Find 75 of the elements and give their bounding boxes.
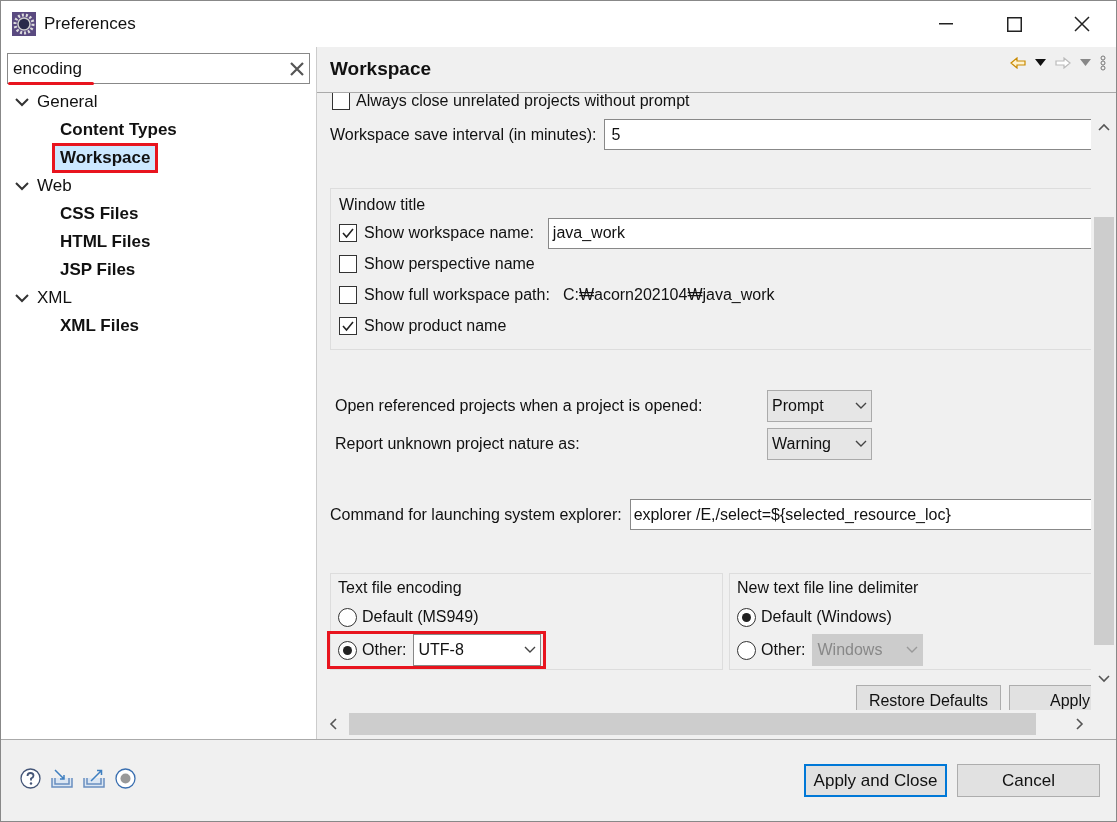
interval-field[interactable]: 5 (604, 119, 1091, 150)
chevron-up-icon[interactable] (1097, 123, 1110, 131)
checkbox[interactable] (339, 255, 357, 273)
tree-item[interactable]: XML Files (55, 314, 145, 338)
tree-item[interactable]: CSS Files (55, 202, 144, 226)
filter-field[interactable]: encoding (7, 53, 310, 84)
checkbox-label: Always close unrelated projects without prompt (356, 93, 690, 111)
page-title: Workspace (330, 57, 432, 82)
chevron-down-icon[interactable] (1097, 675, 1110, 683)
checkbox-label: Show full workspace path: (364, 285, 550, 305)
tree-item[interactable]: General (37, 89, 98, 115)
maximize-icon (1006, 16, 1022, 32)
checkbox-label: Show product name (364, 316, 507, 336)
chevron-down-icon[interactable] (15, 293, 29, 303)
checkbox[interactable] (332, 93, 350, 110)
chevron-down-icon (855, 401, 867, 410)
checkbox-label: Show workspace name: (364, 223, 534, 243)
checkbox[interactable] (339, 317, 357, 335)
radio-button[interactable] (338, 607, 357, 627)
radio-button[interactable] (737, 607, 756, 627)
radio-label: Default (Windows) (761, 607, 892, 627)
group-legend: New text file line delimiter (737, 576, 919, 600)
workspace-path: C:₩acorn202104₩java_work (562, 285, 775, 305)
help-icon[interactable] (20, 768, 41, 789)
export-icon[interactable] (83, 769, 105, 788)
window-title: Preferences (44, 13, 136, 36)
command-field[interactable]: explorer /E,/select=${selected_resource_loc} (629, 499, 1091, 530)
chevron-down-icon (524, 646, 537, 654)
checkmark-icon (341, 319, 355, 333)
tree-item[interactable]: Content Types (55, 118, 182, 142)
chevron-down-icon[interactable] (15, 97, 29, 107)
scrollbar-thumb[interactable] (1093, 217, 1114, 645)
radio-label: Other: (362, 640, 407, 660)
tree-item[interactable]: HTML Files (55, 230, 156, 254)
gear-icon (12, 12, 36, 36)
radio-button[interactable] (338, 640, 357, 660)
workspace-name-field[interactable]: java_work (547, 217, 1091, 249)
apply-button[interactable]: Apply (1009, 685, 1091, 710)
back-arrow-icon[interactable] (1010, 56, 1026, 69)
close-icon (1074, 16, 1090, 32)
field-label: Open referenced projects when a project is opened: (335, 395, 704, 416)
radio-label: Default (MS949) (362, 607, 479, 627)
chevron-down-icon (906, 646, 919, 654)
minimize-icon (939, 23, 953, 25)
tree-item[interactable]: Workspace (55, 146, 156, 170)
checkbox-label: Show perspective name (364, 254, 535, 274)
restore-defaults-button[interactable]: Restore Defaults (856, 685, 1001, 710)
dropdown-triangle-icon[interactable] (1035, 59, 1046, 66)
tree-item[interactable]: JSP Files (55, 258, 141, 282)
dropdown[interactable]: Prompt (767, 389, 872, 422)
clear-icon[interactable] (290, 61, 304, 76)
chevron-right-icon[interactable] (1076, 717, 1084, 730)
radio-button[interactable] (737, 640, 756, 660)
tree-item[interactable]: XML (37, 285, 72, 311)
tree-item[interactable]: Web (37, 173, 72, 199)
import-icon[interactable] (51, 769, 73, 788)
dropdown[interactable]: UTF-8 (413, 634, 542, 666)
chevron-down-icon[interactable] (15, 181, 29, 191)
checkbox[interactable] (339, 224, 357, 242)
cancel-button[interactable]: Cancel (957, 764, 1100, 797)
field-label: Workspace save interval (in minutes): (330, 124, 597, 145)
more-options-icon[interactable] (1100, 54, 1106, 71)
radio-label: Other: (761, 640, 806, 660)
dropdown[interactable]: Warning (767, 427, 872, 460)
field-label: Command for launching system explorer: (330, 504, 622, 525)
chevron-down-icon (855, 439, 867, 448)
checkmark-icon (341, 226, 355, 240)
chevron-left-icon[interactable] (329, 717, 337, 730)
checkbox[interactable] (339, 286, 357, 304)
scrollbar-thumb[interactable] (349, 712, 1036, 735)
group-legend: Text file encoding (338, 576, 462, 600)
group-legend: Window title (339, 193, 426, 217)
record-icon[interactable] (115, 768, 136, 789)
field-label: Report unknown project nature as: (335, 433, 581, 454)
apply-and-close-button[interactable]: Apply and Close (804, 764, 947, 797)
